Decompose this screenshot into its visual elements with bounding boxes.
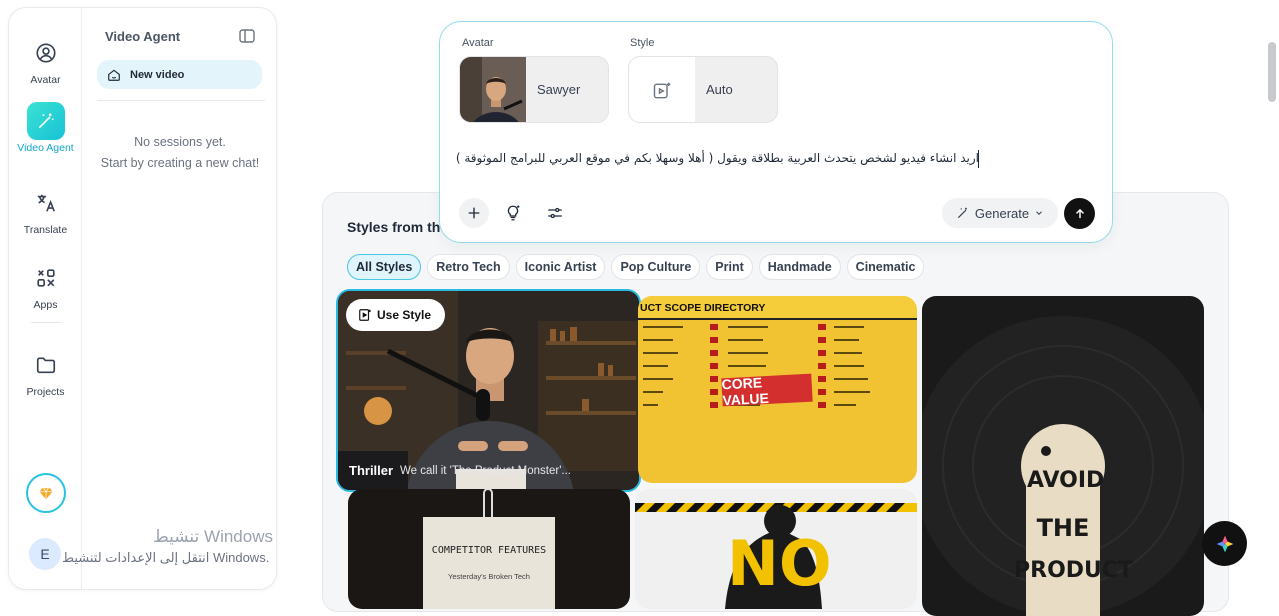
avatar-icon — [27, 34, 65, 72]
empty-subtitle: Start by creating a new chat! — [100, 156, 260, 170]
tile-tag-thriller: Thriller — [349, 463, 394, 478]
chip-print[interactable]: Print — [706, 254, 753, 280]
nav-rail: Avatar Video Agent Translate Apps Projec… — [9, 8, 82, 589]
rail-item-translate[interactable]: Translate — [9, 184, 82, 236]
styles-gallery: Styles from th All Styles Retro Tech Ico… — [322, 192, 1229, 616]
plus-icon — [468, 207, 480, 219]
rail-divider — [31, 322, 61, 323]
sparkle-logo-icon — [1216, 535, 1233, 552]
session-panel: Video Agent New video No sessions yet. S… — [82, 8, 276, 589]
prompt-composer: Avatar Style Sawyer Auto اريد انشاء فيدي… — [439, 21, 1113, 243]
text-caret — [978, 150, 979, 168]
diamond-icon — [39, 487, 53, 499]
panel-toggle-icon[interactable] — [239, 29, 255, 43]
rail-item-projects[interactable]: Projects — [9, 346, 82, 398]
chip-all-styles[interactable]: All Styles — [347, 254, 422, 280]
empty-title: No sessions yet. — [134, 135, 226, 149]
generate-label: Generate — [974, 205, 1030, 221]
wand-small-icon — [957, 207, 967, 219]
chip-retro-tech[interactable]: Retro Tech — [427, 254, 510, 280]
competitor-title: COMPETITOR FEATURES — [431, 545, 547, 556]
avatar-caption: Avatar — [462, 37, 494, 49]
rail-label-apps: Apps — [33, 299, 58, 311]
panel-title: Video Agent — [105, 29, 181, 44]
windows-activation-subtitle: انتقل إلى الإعدادات لتنشيط Windows. — [62, 550, 270, 565]
style-thumb — [629, 57, 695, 122]
rail-label-video-agent: Video Agent — [17, 142, 74, 154]
apps-icon — [27, 259, 65, 297]
add-attachment-button[interactable] — [459, 198, 489, 228]
rail-item-apps[interactable]: Apps — [9, 259, 82, 311]
arrow-up-icon — [1075, 208, 1084, 218]
style-tile-competitor[interactable]: COMPETITOR FEATURES Yesterday's Broken T… — [348, 489, 630, 609]
video-sparkle-icon — [653, 82, 671, 98]
new-video-button[interactable]: New video — [97, 60, 262, 89]
rail-item-video-agent[interactable]: Video Agent — [9, 102, 82, 154]
rail-item-avatar[interactable]: Avatar — [9, 34, 82, 86]
gallery-title: Styles from th — [347, 219, 441, 235]
style-tile-directory[interactable]: UCT SCOPE DIRECTORY CORE VALUE — [638, 296, 917, 483]
chip-cinematic[interactable]: Cinematic — [846, 254, 925, 280]
assistant-fab[interactable] — [1202, 521, 1247, 566]
chip-pop-culture[interactable]: Pop Culture — [611, 254, 701, 280]
scrollbar-thumb[interactable] — [1268, 42, 1276, 102]
translate-icon — [27, 184, 65, 222]
windows-activation-title: تنشيط Windows — [153, 527, 273, 546]
settings-sliders-button[interactable] — [540, 198, 570, 228]
folder-icon — [27, 346, 65, 384]
sliders-icon — [548, 207, 562, 219]
wand-icon — [26, 102, 65, 140]
sidebar: Avatar Video Agent Translate Apps Projec… — [8, 7, 277, 590]
lightbulb-icon — [507, 205, 520, 221]
chip-handmade[interactable]: Handmade — [758, 254, 841, 280]
prompt-input[interactable]: اريد انشاء فيديو لشخص يتحدث العربية بطلا… — [456, 151, 979, 165]
new-video-label: New video — [130, 68, 185, 81]
style-tile-thriller[interactable]: Use Style Thriller We call it 'The Produ… — [336, 289, 641, 492]
chevron-down-icon — [1036, 211, 1042, 215]
rail-label-projects: Projects — [26, 386, 65, 398]
no-word: NO — [727, 527, 832, 600]
use-style-icon — [359, 309, 371, 321]
rail-label-translate: Translate — [23, 224, 68, 236]
rail-label-avatar: Avatar — [30, 74, 61, 86]
page-scrollbar[interactable] — [1266, 40, 1277, 595]
style-name: Auto — [706, 82, 733, 97]
home-icon — [108, 69, 120, 81]
panel-divider — [97, 100, 265, 101]
avatar-selector[interactable]: Sawyer — [459, 56, 609, 123]
user-avatar[interactable]: E — [29, 538, 61, 570]
generate-button[interactable]: Generate — [942, 198, 1058, 228]
style-caption: Style — [630, 37, 655, 49]
use-style-button[interactable]: Use Style — [346, 299, 446, 331]
style-filter-chips: All Styles Retro Tech Iconic Artist Pop … — [347, 254, 925, 280]
directory-header: UCT SCOPE DIRECTORY — [638, 296, 917, 320]
avatar-name: Sawyer — [537, 82, 581, 97]
style-tile-no[interactable]: NO — [635, 489, 917, 609]
the-word: THE — [1036, 514, 1090, 542]
use-style-label: Use Style — [377, 308, 432, 322]
avatar-thumbnail — [460, 57, 526, 122]
style-tile-avoid-product[interactable]: AVOID THE PRODUCT — [922, 296, 1204, 616]
idea-button[interactable] — [498, 198, 528, 228]
avoid-word: AVOID — [1027, 468, 1105, 493]
chip-iconic-artist[interactable]: Iconic Artist — [515, 254, 606, 280]
upgrade-gem-button[interactable] — [26, 473, 66, 513]
core-value-stamp: CORE VALUE — [721, 373, 813, 408]
empty-sessions-message: No sessions yet. Start by creating a new… — [98, 132, 262, 174]
product-word: PRODUCT — [1014, 558, 1134, 583]
send-button[interactable] — [1064, 198, 1095, 229]
tile-caption-thriller: We call it 'The Product Monster'... — [400, 465, 571, 477]
style-selector[interactable]: Auto — [628, 56, 778, 123]
competitor-subtitle: Yesterday's Broken Tech — [448, 572, 530, 581]
